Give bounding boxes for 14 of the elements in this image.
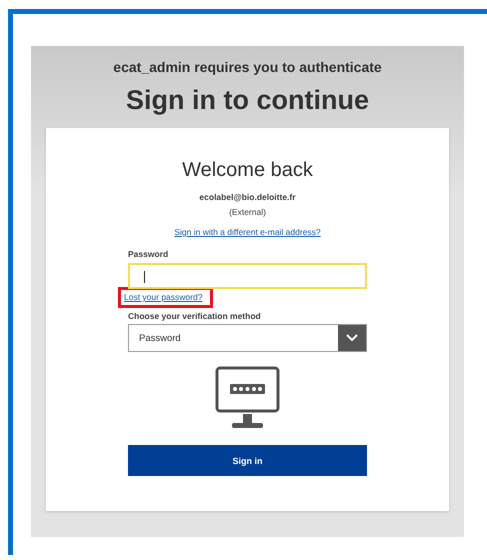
monitor-password-icon <box>215 366 280 431</box>
password-label: Password <box>128 249 170 259</box>
chevron-down-icon <box>338 325 366 351</box>
verification-dropdown[interactable]: Password <box>128 324 367 352</box>
subtitle: ecat_admin requires you to authenticate <box>113 59 382 75</box>
account-type: (External) <box>228 207 267 217</box>
sign-in-button[interactable]: Sign in <box>128 445 367 476</box>
page-title: Sign in to continue <box>126 85 369 116</box>
welcome-heading: Welcome back <box>181 159 314 182</box>
account-email: ecolabel@bio.deloitte.fr <box>198 192 297 202</box>
password-field[interactable] <box>128 263 367 289</box>
switch-account-link[interactable]: Sign in with a different e-mail address? <box>174 227 321 237</box>
verification-label: Choose your verification method <box>128 311 262 321</box>
lost-password-link[interactable]: Lost your password? <box>118 287 214 308</box>
